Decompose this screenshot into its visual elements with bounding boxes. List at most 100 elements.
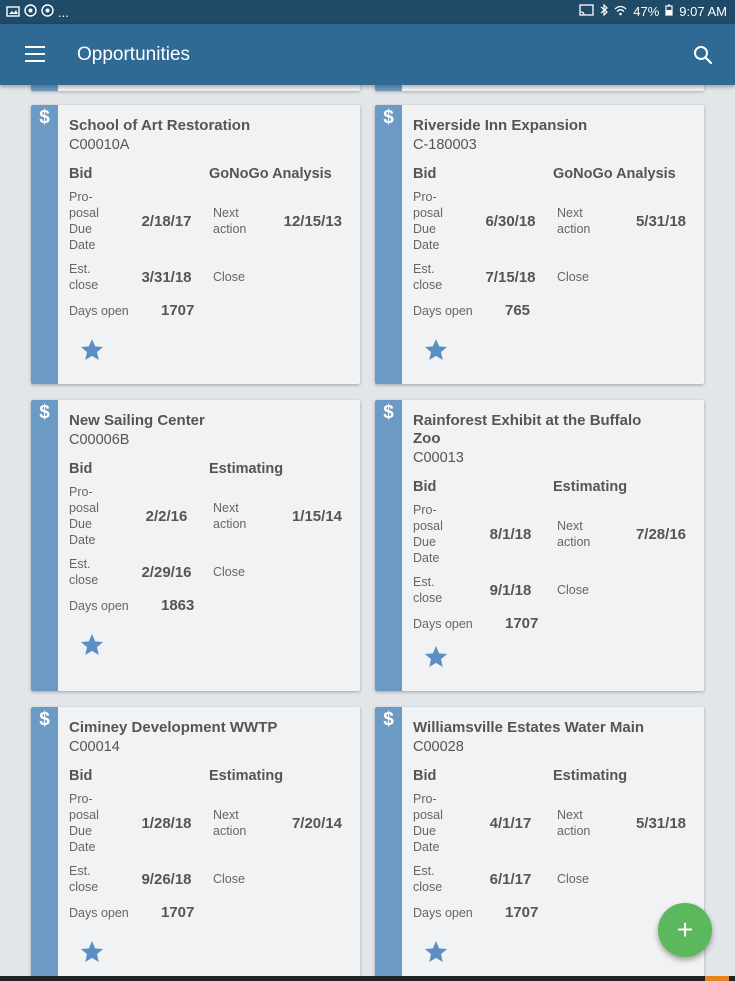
camera-icon [24, 4, 37, 20]
dates-grid: Pro- posal Due Date 1/28/18 Next action 7/2… [69, 791, 352, 895]
battery-icon [665, 4, 673, 19]
star-icon[interactable] [79, 632, 105, 658]
proposal-due-label: Pro- posal Due Date [69, 792, 99, 854]
opportunity-title[interactable]: School of Art Restoration [69, 117, 319, 135]
dollar-icon: $ [39, 709, 50, 730]
days-open-value: 1707 [505, 904, 539, 921]
status-right: 47% 9:07 AM [579, 3, 727, 19]
wifi-icon [614, 4, 627, 19]
days-open-label: Days open [69, 303, 129, 318]
star-icon[interactable] [79, 337, 105, 363]
camera-icon [41, 4, 54, 20]
stage-row: Bid GoNoGo Analysis [69, 166, 352, 182]
card-stripe [375, 400, 402, 691]
next-action-value: 12/15/13 [283, 212, 342, 230]
stage-label: Bid [413, 479, 437, 495]
opportunity-id: C-180003 [413, 137, 477, 153]
est-close-label: Est. close [69, 864, 99, 894]
search-icon[interactable] [693, 45, 713, 65]
days-open-row: Days open 1707 [69, 302, 352, 319]
card-body: New Sailing Center C00006B Bid Estimating Pr… [69, 412, 352, 614]
stage-label: Bid [69, 166, 93, 182]
est-close-value: 7/15/18 [485, 268, 536, 286]
close-label: Close [213, 270, 245, 284]
close-label: Close [557, 872, 589, 886]
status-left: ... [6, 4, 69, 20]
next-action-value: 7/28/16 [635, 525, 686, 543]
proposal-due-label: Pro- posal Due Date [413, 792, 443, 854]
est-close-value: 3/31/18 [141, 268, 192, 286]
stage-row: Bid Estimating [69, 461, 352, 477]
status-label: Estimating [553, 768, 628, 784]
card-body: Riverside Inn Expansion C-180003 Bid GoNoGo… [413, 117, 696, 319]
opportunity-id: C00014 [69, 739, 120, 755]
status-dots: ... [58, 4, 69, 20]
opportunity-title[interactable]: Riverside Inn Expansion [413, 117, 663, 135]
image-icon [6, 5, 20, 20]
stage-label: Bid [413, 166, 437, 182]
opportunity-title[interactable]: Rainforest Exhibit at the Buffalo Zoo [413, 412, 663, 448]
est-close-label: Est. close [413, 575, 443, 605]
opportunity-card[interactable]: $ New Sailing Center C00006B Bid Estimating P… [31, 400, 360, 691]
opportunity-card[interactable]: $ School of Art Restoration C00010A Bid GoNo… [31, 105, 360, 384]
opportunity-card[interactable]: $ Williamsville Estates Water Main C00028 B… [375, 707, 704, 981]
proposal-due-value: 6/30/18 [485, 212, 536, 230]
dollar-icon: $ [383, 709, 394, 730]
dollar-icon: $ [39, 107, 50, 128]
bluetooth-icon [600, 3, 609, 19]
days-open-row: Days open 1707 [413, 904, 696, 921]
proposal-due-label: Pro- posal Due Date [69, 190, 99, 252]
next-action-value: 5/31/18 [635, 814, 686, 832]
stage-label: Bid [413, 768, 437, 784]
card-stripe [31, 400, 58, 691]
est-close-value: 9/1/18 [489, 581, 532, 599]
days-open-row: Days open 1707 [413, 615, 696, 632]
star-icon[interactable] [423, 939, 449, 965]
opportunity-id: C00010A [69, 137, 130, 153]
est-close-label: Est. close [413, 262, 443, 292]
dates-grid: Pro- posal Due Date 8/1/18 Next action 7/28… [413, 502, 696, 606]
stage-label: Bid [69, 768, 93, 784]
opportunity-card[interactable]: $ Riverside Inn Expansion C-180003 Bid GoNoG… [375, 105, 704, 384]
opportunity-title[interactable]: Williamsville Estates Water Main [413, 719, 663, 737]
opportunity-id: C00028 [413, 739, 464, 755]
days-open-value: 1707 [161, 904, 195, 921]
opportunity-title[interactable]: New Sailing Center [69, 412, 319, 430]
stage-row: Bid Estimating [69, 768, 352, 784]
opportunity-list[interactable]: $ School of Art Restoration C00010A Bid GoNo… [0, 85, 735, 981]
dates-grid: Pro- posal Due Date 2/2/16 Next action 1/15… [69, 484, 352, 588]
days-open-label: Days open [413, 616, 473, 631]
opportunity-card[interactable]: $ Rainforest Exhibit at the Buffalo Zoo C0… [375, 400, 704, 691]
close-label: Close [213, 872, 245, 886]
proposal-due-value: 2/2/16 [145, 507, 188, 525]
opportunity-title[interactable]: Ciminey Development WWTP [69, 719, 319, 737]
days-open-value: 1863 [161, 597, 195, 614]
stage-row: Bid GoNoGo Analysis [413, 166, 696, 182]
close-label: Close [557, 583, 589, 597]
stage-row: Bid Estimating [413, 479, 696, 495]
proposal-due-label: Pro- posal Due Date [69, 485, 99, 547]
star-icon[interactable] [423, 337, 449, 363]
card-body: Ciminey Development WWTP C00014 Bid Estimat… [69, 719, 352, 921]
opportunity-id: C00006B [69, 432, 130, 448]
status-label: Estimating [209, 768, 284, 784]
stage-label: Bid [69, 461, 93, 477]
opportunity-id: C00013 [413, 450, 464, 466]
card-stripe [375, 105, 402, 384]
est-close-label: Est. close [69, 262, 99, 292]
card-body: Rainforest Exhibit at the Buffalo Zoo C00… [413, 412, 696, 632]
dates-grid: Pro- posal Due Date 4/1/17 Next action 5/31… [413, 791, 696, 895]
add-opportunity-button[interactable]: + [658, 903, 712, 957]
star-icon[interactable] [423, 644, 449, 670]
hamburger-menu-icon[interactable] [25, 46, 45, 62]
proposal-due-value: 8/1/18 [489, 525, 532, 543]
opportunity-card[interactable]: $ Ciminey Development WWTP C00014 Bid Estima… [31, 707, 360, 981]
status-label: GoNoGo Analysis [553, 166, 676, 182]
status-label: Estimating [209, 461, 284, 477]
est-close-label: Est. close [413, 864, 443, 894]
card-stub [31, 85, 360, 91]
next-action-label: Next action [557, 519, 591, 549]
star-icon[interactable] [79, 939, 105, 965]
next-action-label: Next action [213, 501, 247, 531]
dollar-icon: $ [383, 402, 394, 423]
